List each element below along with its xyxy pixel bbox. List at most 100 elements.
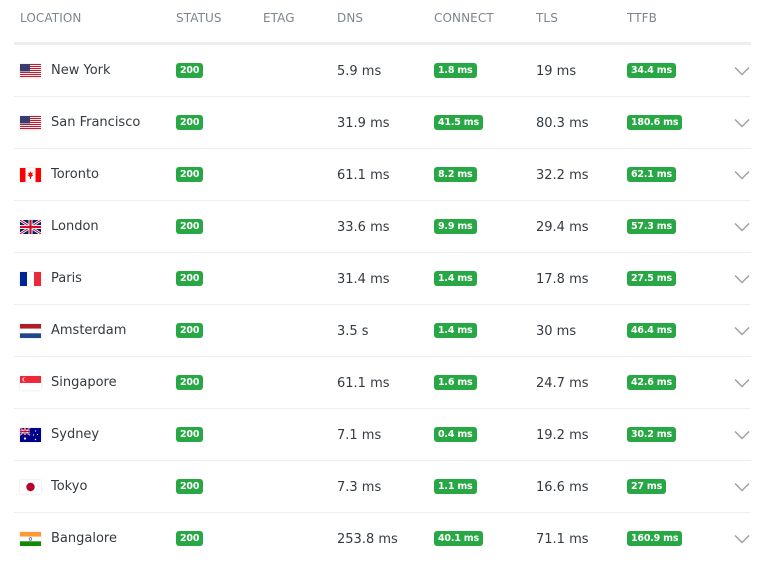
chevron-down-icon <box>734 118 750 128</box>
table-row[interactable]: Singapore 200 61.1 ms 1.6 ms 24.7 ms 42.… <box>14 357 751 409</box>
location-cell: Toronto <box>20 149 99 200</box>
column-header-tls: TLS <box>536 11 558 25</box>
ttfb-cell: 30.2 ms <box>627 409 676 460</box>
location-cell: Bangalore <box>20 513 117 564</box>
status-badge: 200 <box>176 167 204 182</box>
status-cell: 200 <box>176 201 204 252</box>
fr-flag-icon <box>20 271 41 286</box>
connect-cell: 1.1 ms <box>434 461 477 512</box>
chevron-down-icon <box>734 482 750 492</box>
expand-button[interactable] <box>734 409 750 460</box>
status-cell: 200 <box>176 409 204 460</box>
expand-button[interactable] <box>734 201 750 252</box>
expand-button[interactable] <box>734 97 750 148</box>
column-header-status: STATUS <box>176 11 222 25</box>
status-cell: 200 <box>176 461 204 512</box>
table-row[interactable]: Paris 200 31.4 ms 1.4 ms 17.8 ms 27.5 ms <box>14 253 751 305</box>
status-cell: 200 <box>176 357 204 408</box>
expand-button[interactable] <box>734 149 750 200</box>
connect-cell: 8.2 ms <box>434 149 477 200</box>
status-cell: 200 <box>176 253 204 304</box>
ttfb-cell: 42.6 ms <box>627 357 676 408</box>
table-row[interactable]: New York 200 5.9 ms 1.8 ms 19 ms 34.4 ms <box>14 45 751 97</box>
status-badge: 200 <box>176 479 204 494</box>
tls-value: 19 ms <box>536 64 577 79</box>
ttfb-cell: 62.1 ms <box>627 149 676 200</box>
location-name: Amsterdam <box>51 323 127 338</box>
location-name: Toronto <box>51 167 99 182</box>
table-row[interactable]: Tokyo 200 7.3 ms 1.1 ms 16.6 ms 27 ms <box>14 461 751 513</box>
table-header: LOCATION STATUS ETAG DNS CONNECT TLS TTF… <box>14 0 751 45</box>
connect-badge: 40.1 ms <box>434 531 483 546</box>
connect-badge: 1.1 ms <box>434 479 477 494</box>
table-row[interactable]: Amsterdam 200 3.5 s 1.4 ms 30 ms 46.4 ms <box>14 305 751 357</box>
tls-value: 17.8 ms <box>536 272 589 287</box>
ttfb-badge: 62.1 ms <box>627 167 676 182</box>
status-cell: 200 <box>176 305 204 356</box>
expand-button[interactable] <box>734 305 750 356</box>
column-header-connect: CONNECT <box>434 11 494 25</box>
expand-button[interactable] <box>734 253 750 304</box>
connect-cell: 1.8 ms <box>434 45 477 96</box>
chevron-down-icon <box>734 534 750 544</box>
ttfb-cell: 57.3 ms <box>627 201 676 252</box>
dns-value: 31.9 ms <box>337 116 390 131</box>
ttfb-badge: 160.9 ms <box>627 531 683 546</box>
location-name: Tokyo <box>51 479 88 494</box>
table-row[interactable]: San Francisco 200 31.9 ms 41.5 ms 80.3 m… <box>14 97 751 149</box>
ttfb-cell: 46.4 ms <box>627 305 676 356</box>
connect-badge: 8.2 ms <box>434 167 477 182</box>
results-table: LOCATION STATUS ETAG DNS CONNECT TLS TTF… <box>14 0 751 564</box>
chevron-down-icon <box>734 170 750 180</box>
location-name: Bangalore <box>51 531 117 546</box>
au-flag-icon <box>20 427 41 442</box>
column-header-ttfb: TTFB <box>627 11 657 25</box>
chevron-down-icon <box>734 430 750 440</box>
tls-value: 24.7 ms <box>536 376 589 391</box>
ttfb-badge: 42.6 ms <box>627 375 676 390</box>
table-body: New York 200 5.9 ms 1.8 ms 19 ms 34.4 ms… <box>14 45 751 564</box>
tls-value: 30 ms <box>536 324 577 339</box>
chevron-down-icon <box>734 326 750 336</box>
connect-badge: 1.6 ms <box>434 375 477 390</box>
location-cell: Singapore <box>20 357 117 408</box>
connect-cell: 9.9 ms <box>434 201 477 252</box>
ca-flag-icon <box>20 167 41 182</box>
dns-value: 33.6 ms <box>337 220 390 235</box>
column-header-etag: ETAG <box>263 11 295 25</box>
location-cell: Paris <box>20 253 82 304</box>
expand-button[interactable] <box>734 357 750 408</box>
expand-button[interactable] <box>734 513 750 564</box>
tls-value: 71.1 ms <box>536 532 589 547</box>
table-row[interactable]: Toronto 200 61.1 ms 8.2 ms 32.2 ms 62.1 … <box>14 149 751 201</box>
table-row[interactable]: Sydney 200 7.1 ms 0.4 ms 19.2 ms 30.2 ms <box>14 409 751 461</box>
location-name: Paris <box>51 271 82 286</box>
column-header-dns: DNS <box>337 11 364 25</box>
status-cell: 200 <box>176 149 204 200</box>
table-row[interactable]: Bangalore 200 253.8 ms 40.1 ms 71.1 ms 1… <box>14 513 751 564</box>
connect-cell: 1.4 ms <box>434 305 477 356</box>
expand-button[interactable] <box>734 461 750 512</box>
chevron-down-icon <box>734 378 750 388</box>
ttfb-badge: 34.4 ms <box>627 63 676 78</box>
location-name: New York <box>51 63 111 78</box>
jp-flag-icon <box>20 479 41 494</box>
chevron-down-icon <box>734 66 750 76</box>
expand-button[interactable] <box>734 45 750 96</box>
dns-value: 31.4 ms <box>337 272 390 287</box>
ttfb-cell: 27.5 ms <box>627 253 676 304</box>
ttfb-badge: 27.5 ms <box>627 271 676 286</box>
ttfb-cell: 160.9 ms <box>627 513 683 564</box>
location-name: Sydney <box>51 427 100 442</box>
column-header-location: LOCATION <box>20 11 82 25</box>
table-row[interactable]: London 200 33.6 ms 9.9 ms 29.4 ms 57.3 m… <box>14 201 751 253</box>
status-badge: 200 <box>176 323 204 338</box>
connect-cell: 1.6 ms <box>434 357 477 408</box>
connect-badge: 1.4 ms <box>434 271 477 286</box>
location-cell: San Francisco <box>20 97 140 148</box>
status-badge: 200 <box>176 271 204 286</box>
ttfb-badge: 57.3 ms <box>627 219 676 234</box>
dns-value: 7.3 ms <box>337 480 382 495</box>
connect-cell: 0.4 ms <box>434 409 477 460</box>
chevron-down-icon <box>734 274 750 284</box>
